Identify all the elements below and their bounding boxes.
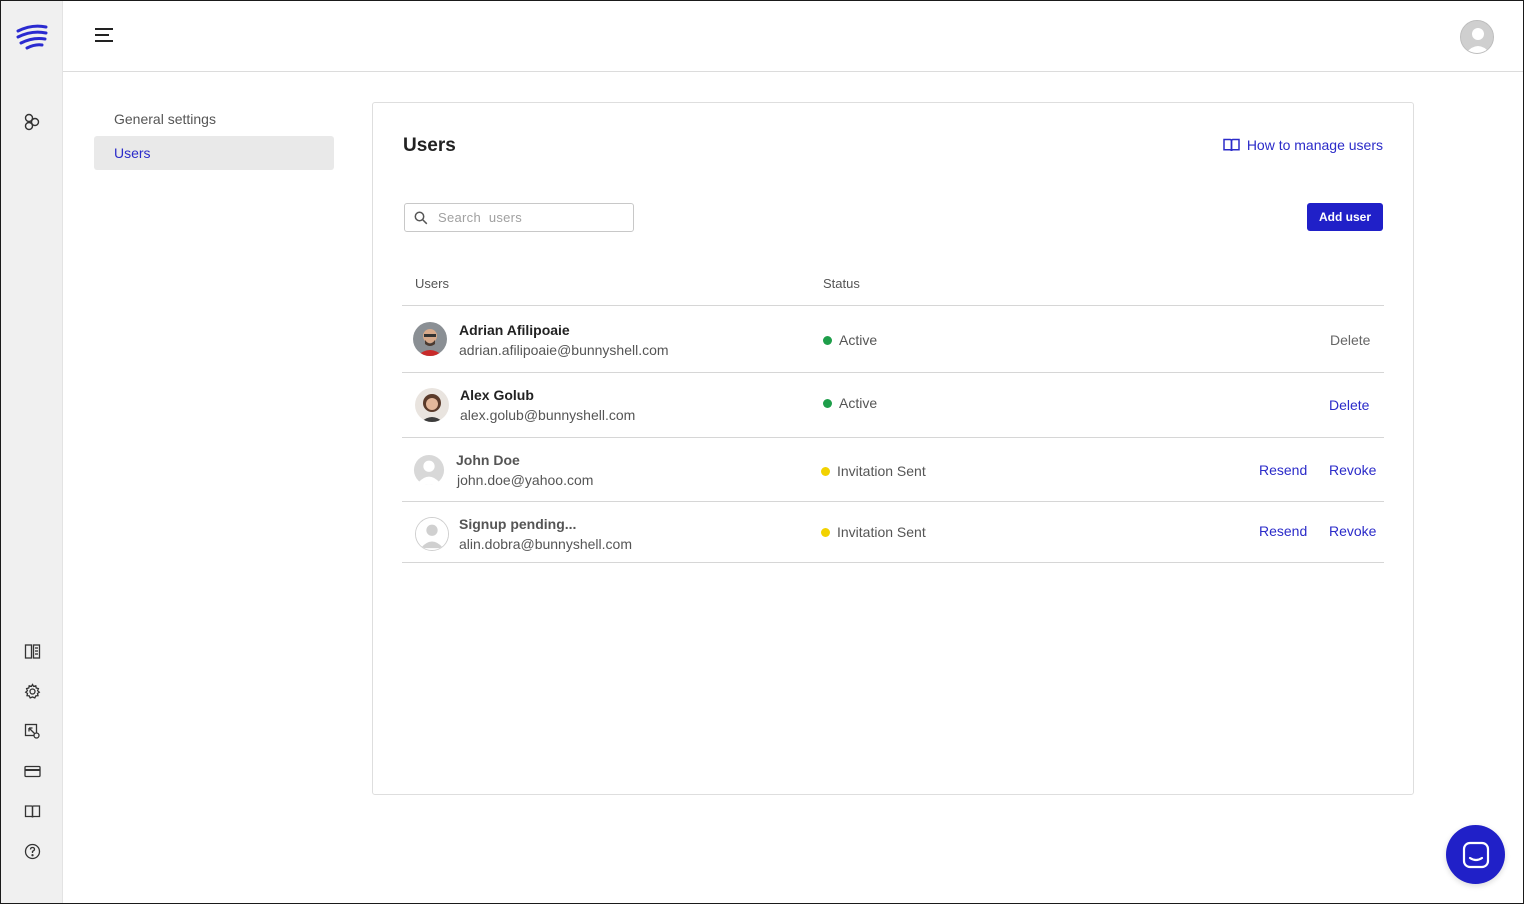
resend-button[interactable]: Resend (1259, 523, 1307, 539)
search-icon (414, 211, 428, 224)
table-row: John Doe john.doe@yahoo.com Invitation S… (402, 438, 1384, 502)
table-header: Users Status (402, 266, 1384, 306)
column-header-status: Status (823, 276, 860, 291)
page-title: Users (403, 135, 456, 156)
settings-nav-users[interactable]: Users (94, 136, 334, 170)
table-row: Alex Golub alex.golub@bunnyshell.com Act… (402, 373, 1384, 438)
user-email: adrian.afilipoaie@bunnyshell.com (459, 342, 669, 358)
help-link-label: How to manage users (1246, 137, 1383, 153)
avatar (413, 322, 447, 356)
revoke-button[interactable]: Revoke (1329, 523, 1376, 539)
status-badge: Active (823, 395, 877, 411)
settings-gear-icon[interactable] (22, 681, 42, 701)
settings-nav: General settings Users (94, 102, 334, 170)
app-frame: General settings Users Users How to mana… (0, 0, 1524, 904)
status-badge: Invitation Sent (821, 524, 926, 540)
status-label: Invitation Sent (837, 463, 926, 479)
status-dot (823, 398, 832, 408)
table-row: Adrian Afilipoaie adrian.afilipoaie@bunn… (402, 306, 1384, 373)
help-icon[interactable] (22, 841, 42, 861)
integrations-icon[interactable] (22, 721, 42, 741)
menu-toggle-icon[interactable] (95, 28, 115, 46)
settings-nav-general[interactable]: General settings (94, 102, 334, 136)
status-badge: Invitation Sent (821, 463, 926, 479)
status-label: Invitation Sent (837, 524, 926, 540)
book-icon[interactable] (22, 801, 42, 821)
how-to-manage-users-link[interactable]: How to manage users (1223, 137, 1383, 153)
user-name: Adrian Afilipoaie (459, 322, 570, 338)
left-rail (1, 1, 63, 903)
avatar (415, 388, 449, 422)
status-dot (821, 466, 830, 476)
user-name: John Doe (456, 452, 520, 468)
delete-button[interactable]: Delete (1330, 332, 1370, 348)
status-badge: Active (823, 332, 877, 348)
search-input[interactable] (438, 210, 618, 225)
delete-button[interactable]: Delete (1329, 397, 1369, 413)
column-header-users: Users (415, 276, 449, 291)
avatar (413, 454, 447, 488)
user-email: john.doe@yahoo.com (457, 472, 594, 488)
table-row: Signup pending... alin.dobra@bunnyshell.… (402, 502, 1384, 563)
status-label: Active (839, 395, 878, 411)
revoke-button[interactable]: Revoke (1329, 462, 1376, 478)
user-name: Alex Golub (460, 387, 534, 403)
docs-icon[interactable] (22, 641, 42, 661)
user-name: Signup pending... (459, 516, 577, 532)
book-icon (1223, 138, 1240, 152)
billing-card-icon[interactable] (22, 761, 42, 781)
status-label: Active (839, 332, 878, 348)
status-dot (821, 527, 830, 537)
resend-button[interactable]: Resend (1259, 462, 1307, 478)
status-dot (823, 335, 832, 345)
chat-icon (1462, 841, 1489, 868)
users-card: Users How to manage users Add user Users… (372, 102, 1414, 795)
add-user-button[interactable]: Add user (1307, 203, 1383, 231)
avatar (415, 517, 449, 551)
logo-icon[interactable] (15, 23, 49, 51)
user-email: alex.golub@bunnyshell.com (460, 407, 636, 423)
user-avatar[interactable] (1460, 20, 1494, 54)
top-bar (63, 1, 1523, 72)
user-email: alin.dobra@bunnyshell.com (459, 536, 632, 552)
users-table: Users Status Adrian Afilipoaie adrian.af… (402, 266, 1384, 563)
search-box (404, 203, 634, 232)
components-icon[interactable] (22, 112, 42, 132)
chat-launcher-button[interactable] (1446, 825, 1505, 884)
